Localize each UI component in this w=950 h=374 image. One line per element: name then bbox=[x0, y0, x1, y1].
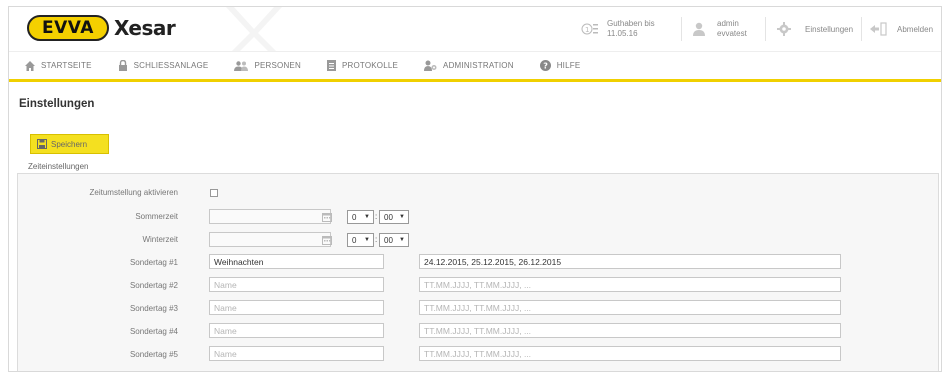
home-icon bbox=[25, 60, 35, 71]
admin-icon bbox=[424, 60, 437, 71]
special-day-name-input[interactable]: Name bbox=[209, 300, 384, 315]
header-divider bbox=[765, 17, 766, 41]
chevron-down-icon: ▼ bbox=[399, 214, 405, 220]
time-colon: : bbox=[375, 212, 378, 221]
svg-text:?: ? bbox=[543, 62, 548, 71]
nav-item-hilfe[interactable]: ? HILFE bbox=[539, 60, 581, 71]
section-label: Zeiteinstellungen bbox=[28, 162, 89, 171]
special-day-label: Sondertag #5 bbox=[129, 350, 178, 359]
nav-item-label: PROTOKOLLE bbox=[341, 61, 399, 70]
document-icon bbox=[326, 60, 336, 71]
header-divider bbox=[681, 17, 682, 41]
summer-date-input[interactable] bbox=[209, 209, 331, 224]
save-icon bbox=[37, 139, 47, 149]
special-day-label: Sondertag #3 bbox=[129, 304, 178, 313]
winter-label: Winterzeit bbox=[142, 235, 178, 244]
user-name: admin bbox=[717, 19, 739, 28]
winter-hour-select[interactable]: 0 ▼ bbox=[347, 233, 374, 247]
nav-item-personen[interactable]: PERSONEN bbox=[234, 60, 301, 71]
dst-checkbox[interactable] bbox=[210, 189, 218, 197]
nav-item-administration[interactable]: ADMINISTRATION bbox=[424, 60, 514, 71]
user-info[interactable]: admin evvatest bbox=[693, 13, 747, 45]
special-day-dates-input[interactable]: TT.MM.JJJJ, TT.MM.JJJJ, ... bbox=[419, 277, 841, 292]
save-button-label: Speichern bbox=[51, 139, 88, 149]
save-button[interactable]: Speichern bbox=[30, 134, 109, 154]
svg-text:1: 1 bbox=[585, 26, 589, 34]
logo-badge-text: EVVA bbox=[42, 18, 94, 38]
special-day-dates-input[interactable]: TT.MM.JJJJ, TT.MM.JJJJ, ... bbox=[419, 300, 841, 315]
credit-label: Guthaben bis bbox=[607, 19, 655, 28]
nav-item-protokolle[interactable]: PROTOKOLLE bbox=[326, 60, 399, 71]
user-icon bbox=[693, 22, 705, 36]
special-day-name-input[interactable]: Weihnachten bbox=[209, 254, 384, 269]
calendar-icon[interactable] bbox=[322, 212, 332, 222]
special-day-label: Sondertag #1 bbox=[129, 258, 178, 267]
settings-label: Einstellungen bbox=[805, 24, 854, 34]
nav-item-startseite[interactable]: STARTSEITE bbox=[25, 60, 92, 71]
background-x-decoration bbox=[226, 7, 282, 51]
chevron-down-icon: ▼ bbox=[399, 237, 405, 243]
special-day-label: Sondertag #2 bbox=[129, 281, 178, 290]
page-title: Einstellungen bbox=[19, 98, 95, 110]
special-day-dates-input[interactable]: TT.MM.JJJJ, TT.MM.JJJJ, ... bbox=[419, 346, 841, 361]
app-window: EVVA Xesar 1 Guthaben bis 11.05.16 admin… bbox=[8, 6, 942, 372]
nav-item-label: PERSONEN bbox=[254, 61, 301, 70]
nav-item-label: SCHLIESSANLAGE bbox=[133, 61, 209, 70]
winter-hour-value: 0 bbox=[352, 235, 357, 245]
nav-item-label: HILFE bbox=[556, 61, 581, 70]
credit-info: 1 Guthaben bis 11.05.16 bbox=[581, 13, 655, 45]
summer-minute-value: 00 bbox=[384, 212, 393, 222]
logout-label: Abmelden bbox=[897, 24, 934, 34]
nav-item-label: ADMINISTRATION bbox=[443, 61, 514, 70]
special-day-label: Sondertag #4 bbox=[129, 327, 178, 336]
summer-minute-select[interactable]: 00 ▼ bbox=[379, 210, 409, 224]
help-icon: ? bbox=[539, 60, 551, 71]
logout-icon bbox=[870, 22, 887, 36]
special-day-name-input[interactable]: Name bbox=[209, 323, 384, 338]
main-nav: STARTSEITE SCHLIESSANLAGE PERSONEN PROTO… bbox=[9, 51, 941, 82]
gear-icon bbox=[777, 22, 791, 36]
credit-date: 11.05.16 bbox=[607, 29, 638, 38]
summer-hour-select[interactable]: 0 ▼ bbox=[347, 210, 374, 224]
special-day-dates-input[interactable]: 24.12.2015, 25.12.2015, 26.12.2015 bbox=[419, 254, 841, 269]
logo-text: Xesar bbox=[114, 16, 176, 40]
special-day-dates-input[interactable]: TT.MM.JJJJ, TT.MM.JJJJ, ... bbox=[419, 323, 841, 338]
summer-hour-value: 0 bbox=[352, 212, 357, 222]
time-colon: : bbox=[375, 235, 378, 244]
logout-link[interactable]: Abmelden bbox=[869, 13, 933, 45]
evva-logo-badge: EVVA bbox=[27, 15, 109, 41]
credit-icon: 1 bbox=[581, 23, 598, 35]
header: EVVA Xesar 1 Guthaben bis 11.05.16 admin… bbox=[9, 7, 941, 51]
winter-minute-value: 00 bbox=[384, 235, 393, 245]
special-day-name-input[interactable]: Name bbox=[209, 346, 384, 361]
chevron-down-icon: ▼ bbox=[364, 214, 370, 220]
calendar-icon[interactable] bbox=[322, 235, 332, 245]
lock-icon bbox=[118, 60, 127, 71]
settings-link[interactable]: Einstellungen bbox=[777, 13, 853, 45]
summer-label: Sommerzeit bbox=[135, 212, 178, 221]
winter-date-input[interactable] bbox=[209, 232, 331, 247]
logo[interactable]: EVVA Xesar bbox=[27, 15, 176, 41]
time-settings-panel: Zeitumstellung aktivieren Sommerzeit 0 ▼ … bbox=[17, 173, 939, 371]
nav-item-label: STARTSEITE bbox=[41, 61, 92, 70]
user-account: evvatest bbox=[717, 29, 747, 38]
dst-label: Zeitumstellung aktivieren bbox=[89, 188, 178, 197]
special-day-name-input[interactable]: Name bbox=[209, 277, 384, 292]
persons-icon bbox=[234, 60, 249, 71]
header-divider bbox=[861, 17, 862, 41]
chevron-down-icon: ▼ bbox=[364, 237, 370, 243]
nav-item-schliessanlage[interactable]: SCHLIESSANLAGE bbox=[118, 60, 209, 71]
winter-minute-select[interactable]: 00 ▼ bbox=[379, 233, 409, 247]
